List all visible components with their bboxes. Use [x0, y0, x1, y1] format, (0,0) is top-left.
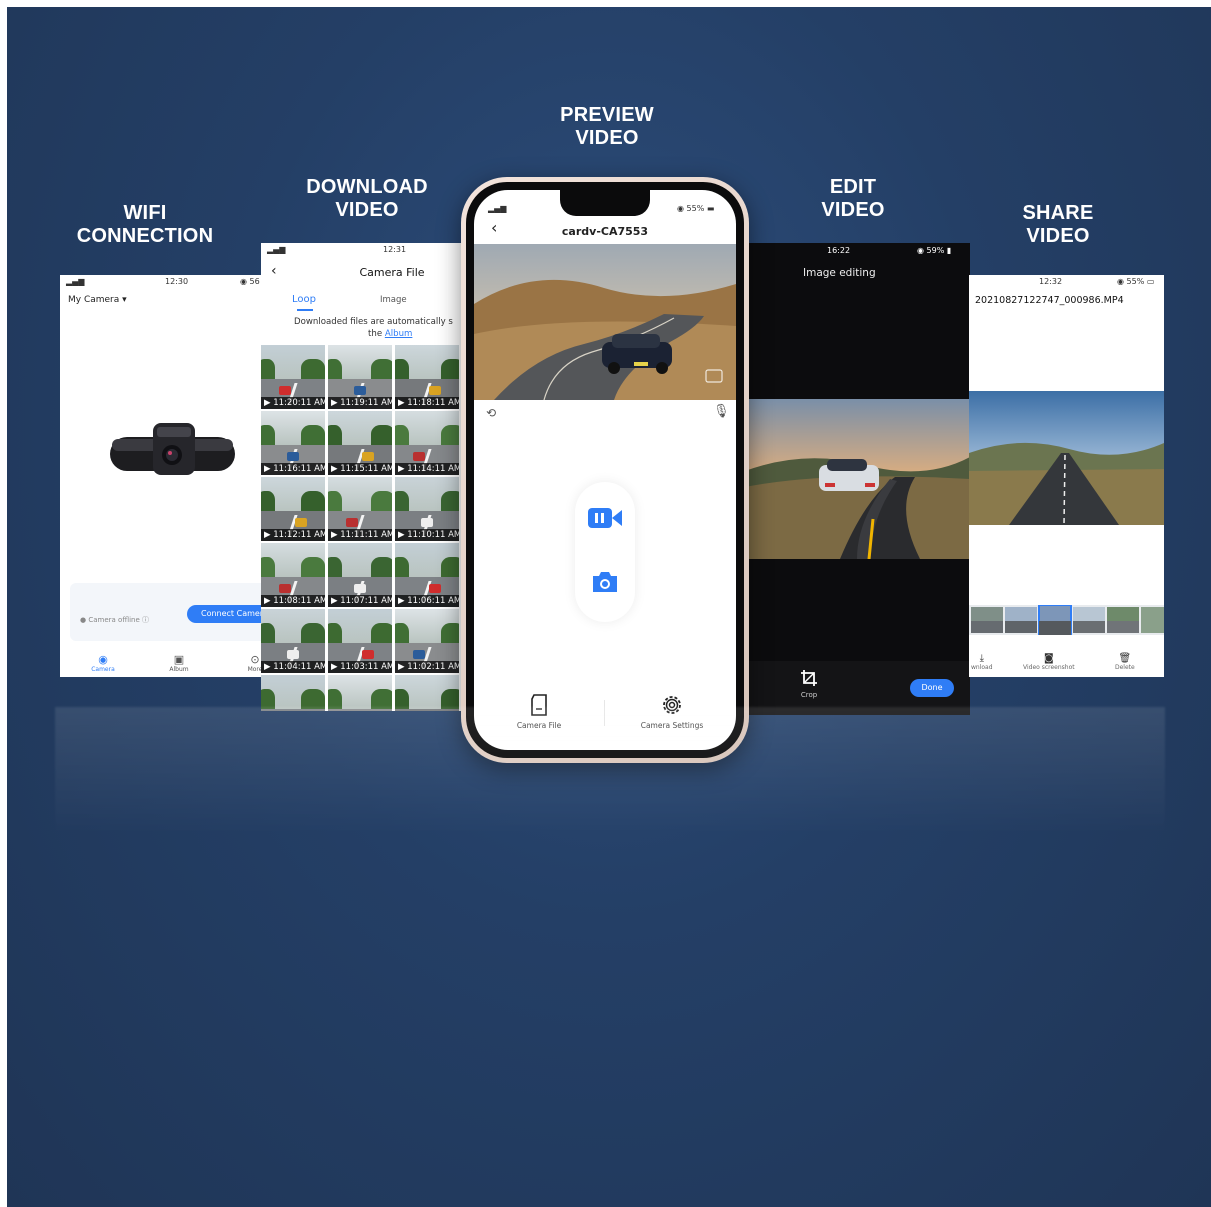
video-thumbnail[interactable]: ▶ 11:11:11 AM [328, 477, 392, 541]
crop-icon [801, 670, 817, 686]
screen-title: Camera File [359, 266, 425, 279]
rotate-camera-icon[interactable]: ⟲ [486, 406, 496, 420]
video-thumbnail[interactable] [395, 675, 459, 711]
video-thumbnail[interactable]: ▶ 11:02:11 AM [395, 609, 459, 673]
status-time: 12:30 [165, 277, 189, 286]
thumbnail-timestamp: ▶ 11:20:11 AM [261, 397, 325, 409]
screen-reflections [55, 707, 1165, 837]
status-battery: ◉ 59% ▮ [917, 246, 952, 255]
feature-title-share: SHARE VIDEO [1022, 202, 1094, 247]
thumbnail-timestamp: ▶ 11:10:11 AM [395, 529, 459, 541]
video-filename: 20210827122747_000986.MP4 [975, 295, 1124, 306]
promo-banner: WIFI CONNECTION DOWNLOAD VIDEO PREVIEW VIDE… [7, 7, 1211, 1207]
download-icon: ⤓ [979, 653, 984, 664]
share-video-screen: 12:32 ◉ 55% ▭ 20210827122747_000986.MP4 [969, 275, 1164, 677]
microphone-icon[interactable]: 🎙 [713, 404, 730, 419]
feature-title-preview: PREVIEW VIDEO [560, 104, 654, 149]
dashcam-image [110, 423, 235, 475]
feature-title-wifi: WIFI CONNECTION [76, 202, 214, 247]
thumbnail-timestamp: ▶ 11:12:11 AM [261, 529, 325, 541]
camera-name-title: cardv-CA7553 [561, 225, 649, 238]
active-tab-indicator [297, 309, 313, 311]
video-thumbnail[interactable]: ▶ 11:07:11 AM [328, 543, 392, 607]
album-link[interactable]: Album [385, 329, 413, 339]
edit-video-screen: 16:22 ◉ 59% ▮ Image editing Crop Done [745, 243, 970, 715]
phone-frame: ▂▄▆ ◉ 55% ▬ ‹ cardv-CA7553 ⟲ 🎙 Camera Fi… [461, 177, 749, 763]
delete-action[interactable]: 🗑 Delete [1115, 653, 1135, 671]
status-battery: ◉ 55% ▭ [1117, 277, 1155, 286]
video-thumbnail[interactable] [328, 675, 392, 711]
camera-status-card: ● Camera offline ⓘ Connect Camera [70, 583, 275, 641]
tab-camera[interactable]: ◉ Camera [88, 653, 118, 673]
video-thumbnail[interactable]: ▶ 11:10:11 AM [395, 477, 459, 541]
status-battery: ◉ 56 [240, 277, 260, 286]
camera-icon: ◙ [1043, 653, 1054, 664]
chevron-down-icon: ▾ [122, 295, 127, 305]
signal-icon: ▂▄▆ [267, 245, 286, 254]
live-preview-video[interactable] [474, 244, 736, 400]
download-action[interactable]: ⤓ wnload [971, 653, 993, 671]
thumbnail-timestamp: ▶ 11:14:11 AM [395, 463, 459, 475]
thumbnail-timestamp: ▶ 11:18:11 AM [395, 397, 459, 409]
thumbnail-timestamp: ▶ 11:11:11 AM [328, 529, 392, 541]
thumbnail-timestamp: ▶ 11:19:11 AM [328, 397, 392, 409]
thumbnail-timestamp: ▶ 11:03:11 AM [328, 661, 392, 673]
status-time: 12:31 [383, 245, 407, 254]
thumbnail-timestamp: ▶ 11:16:11 AM [261, 463, 325, 475]
video-thumbnail[interactable]: ▶ 11:04:11 AM [261, 609, 325, 673]
video-thumbnail[interactable] [261, 675, 325, 711]
share-photo [969, 391, 1164, 525]
share-actions-bar: ⤓ wnload ◙ Video screenshot 🗑 Delete [969, 653, 1164, 677]
bottom-tab-bar: ◉ Camera ▣ Album ⊙ More [60, 653, 275, 677]
signal-icon: ▂▄▆ [66, 277, 85, 286]
video-filmstrip [969, 605, 1164, 635]
thumbnail-timestamp: ▶ 11:02:11 AM [395, 661, 459, 673]
signal-icon: ▂▄▆ [488, 204, 507, 213]
preview-video-screen: ▂▄▆ ◉ 55% ▬ ‹ cardv-CA7553 ⟲ 🎙 Camera Fi… [474, 190, 736, 750]
crop-tool[interactable]: Crop [797, 669, 821, 699]
video-thumbnail[interactable]: ▶ 11:20:11 AM [261, 345, 325, 409]
download-notice-line2: the Album [368, 329, 413, 339]
trash-icon: 🗑 [1118, 653, 1132, 664]
download-notice: Downloaded files are automatically s [294, 317, 453, 327]
video-thumbnail[interactable]: ▶ 11:03:11 AM [328, 609, 392, 673]
edit-photo [745, 399, 970, 559]
video-thumbnail[interactable]: ▶ 11:16:11 AM [261, 411, 325, 475]
thumbnail-timestamp: ▶ 11:07:11 AM [328, 595, 392, 607]
video-screenshot-action[interactable]: ◙ Video screenshot [1023, 653, 1075, 671]
status-time: 16:22 [827, 246, 851, 255]
camera-selector[interactable]: My Camera ▾ [68, 295, 127, 305]
video-thumbnail[interactable]: ▶ 11:19:11 AM [328, 345, 392, 409]
capture-controls [575, 482, 635, 622]
status-battery: ◉ 55% ▬ [677, 204, 715, 213]
wifi-connection-screen: ▂▄▆ 12:30 ◉ 56 My Camera ▾ ● Camera offl… [60, 275, 275, 677]
video-thumbnail-grid: ▶ 11:20:11 AM ▶ 11:19:11 AM ▶ 11:18:11 AM ▶… [261, 345, 463, 711]
thumbnail-timestamp: ▶ 11:04:11 AM [261, 661, 325, 673]
editor-title: Image editing [803, 267, 876, 279]
status-time: 12:32 [1039, 277, 1063, 286]
feature-title-edit: EDIT VIDEO [821, 176, 885, 221]
snapshot-camera-button[interactable] [591, 570, 619, 594]
feature-title-download: DOWNLOAD VIDEO [306, 176, 428, 221]
camera-status-text: ● Camera offline ⓘ [80, 616, 150, 624]
video-thumbnail[interactable]: ▶ 11:06:11 AM [395, 543, 459, 607]
video-thumbnail[interactable]: ▶ 11:15:11 AM [328, 411, 392, 475]
video-thumbnail[interactable]: ▶ 11:14:11 AM [395, 411, 459, 475]
video-thumbnail[interactable]: ▶ 11:12:11 AM [261, 477, 325, 541]
thumbnail-timestamp: ▶ 11:08:11 AM [261, 595, 325, 607]
thumbnail-timestamp: ▶ 11:15:11 AM [328, 463, 392, 475]
done-button[interactable]: Done [910, 679, 954, 697]
phone-notch [560, 190, 650, 216]
video-thumbnail[interactable]: ▶ 11:08:11 AM [261, 543, 325, 607]
record-video-button[interactable] [587, 504, 623, 532]
tab-image[interactable]: Image [380, 295, 407, 305]
download-video-screen: ▂▄▆ 12:31 ‹ Camera File Loop Image Downl… [261, 243, 463, 711]
tab-album[interactable]: ▣ Album [164, 653, 194, 673]
video-thumbnail[interactable]: ▶ 11:18:11 AM [395, 345, 459, 409]
thumbnail-timestamp: ▶ 11:06:11 AM [395, 595, 459, 607]
tab-loop[interactable]: Loop [292, 294, 316, 305]
